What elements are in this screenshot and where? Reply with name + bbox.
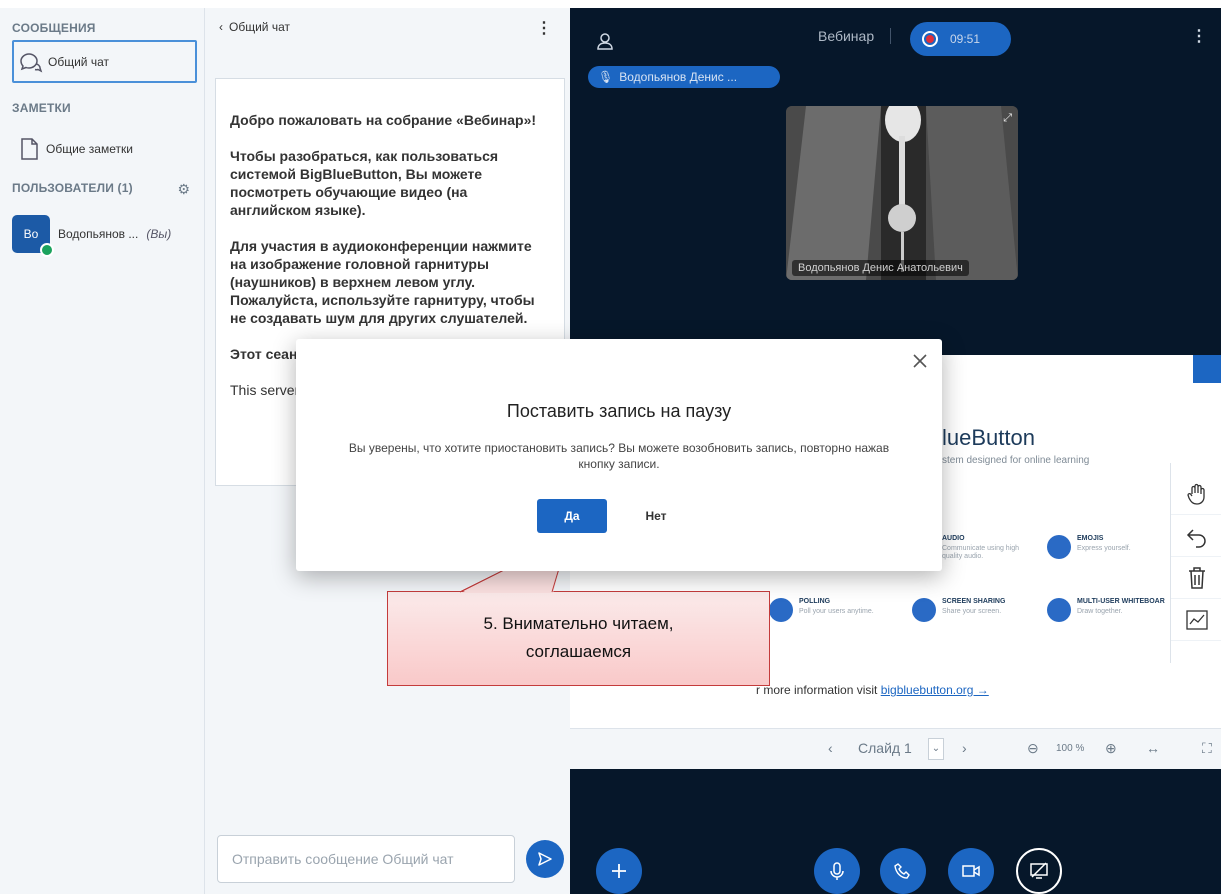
webcam-video[interactable]: ⤢ Водопьянов Денис Анатольевич <box>786 106 1018 280</box>
user-list-toggle-icon[interactable] <box>596 32 614 50</box>
chat-back-button[interactable]: ‹ Общий чат <box>219 20 290 34</box>
chevron-left-icon: ‹ <box>219 20 223 34</box>
phone-icon <box>894 863 910 879</box>
actions-plus-button[interactable] <box>596 848 642 894</box>
talking-indicator: 🎙 Водопьянов Денис ... <box>588 66 780 88</box>
feature-emojis: EMOJIS Express yourself. <box>1047 535 1131 559</box>
zoom-in-icon[interactable]: ⊕ <box>1105 740 1117 757</box>
trash-icon[interactable] <box>1171 557 1221 599</box>
leave-audio-button[interactable] <box>880 848 926 894</box>
welcome-p1: Добро пожаловать на собрание «Вебинар»! <box>230 112 537 128</box>
user-name: Водопьянов ... <box>58 227 139 241</box>
prev-slide-icon[interactable]: ‹ <box>828 740 833 756</box>
pause-recording-modal: Поставить запись на паузу Вы уверены, чт… <box>296 339 942 571</box>
send-message-button[interactable] <box>526 840 564 878</box>
whiteboard-icon <box>1047 598 1071 622</box>
sidebar-item-public-chat[interactable]: Общий чат <box>12 40 197 83</box>
chat-options-icon[interactable]: ⋮ <box>536 18 552 38</box>
instruction-callout: 5. Внимательно читаем, соглашаемся <box>387 591 770 686</box>
close-icon[interactable] <box>910 351 930 371</box>
sidebar-item-shared-notes[interactable]: Общие заметки <box>12 131 197 167</box>
slide-subtitle: stem designed for online learning <box>942 455 1090 466</box>
users-header: ПОЛЬЗОВАТЕЛИ (1) <box>12 181 133 195</box>
slide-label: Слайд 1 <box>858 740 912 756</box>
feature-audio: AUDIO Communicate using high quality aud… <box>942 535 1020 560</box>
modal-description: Вы уверены, что хотите приостановить зап… <box>348 441 890 471</box>
zoom-level: 100 % <box>1056 743 1085 754</box>
record-button[interactable]: 09:51 <box>910 22 1011 56</box>
options-icon[interactable]: ⋮ <box>1191 26 1207 46</box>
title-divider <box>890 28 891 44</box>
fullscreen-icon[interactable]: ⛶ <box>1202 740 1212 757</box>
share-webcam-button[interactable] <box>948 848 994 894</box>
minimize-presentation-button[interactable] <box>1193 355 1221 383</box>
messages-header: СООБЩЕНИЯ <box>12 21 96 35</box>
user-you-label: (Вы) <box>146 227 172 241</box>
document-icon <box>12 137 46 161</box>
send-icon <box>538 852 552 866</box>
callout-line-2: соглашаемся <box>525 642 632 661</box>
modal-title: Поставить запись на паузу <box>506 401 732 421</box>
record-icon <box>922 31 938 47</box>
record-time: 09:51 <box>950 32 981 46</box>
chat-title: Общий чат <box>229 20 290 34</box>
user-list-item[interactable]: Bo Водопьянов ... (Вы) <box>12 213 197 257</box>
gear-icon[interactable]: ⚙ <box>177 181 190 198</box>
feature-whiteboard: MULTI-USER WHITEBOAR Draw together. <box>1047 598 1165 622</box>
screen-share-off-icon <box>1030 862 1048 879</box>
webcam-image <box>786 106 1018 280</box>
meeting-title: Вебинар <box>818 28 875 44</box>
confirm-yes-button[interactable]: Да <box>537 499 607 533</box>
bbb-link[interactable]: bigbluebutton.org → <box>881 683 989 697</box>
mute-button[interactable] <box>814 848 860 894</box>
fit-width-icon[interactable]: ↔ <box>1146 740 1160 756</box>
microphone-icon <box>830 862 844 880</box>
more-info-text: r more information visit bigbluebutton.o… <box>756 683 989 697</box>
welcome-p2: Чтобы разобраться, как пользоваться сист… <box>230 148 499 218</box>
slide-title: lueButton <box>942 425 1035 450</box>
feature-polling: POLLING Poll your users anytime. <box>769 598 874 622</box>
speaker-name: Водопьянов Денис ... <box>619 70 738 84</box>
multi-user-icon[interactable] <box>1171 599 1221 641</box>
welcome-p3: Для участия в аудиоконференции нажмите н… <box>230 238 535 326</box>
slide-select-dropdown[interactable]: ⌄ <box>928 738 944 760</box>
avatar: Bo <box>12 215 54 257</box>
video-user-name: Водопьянов Денис Анатольевич <box>792 260 969 276</box>
whiteboard-toolbar <box>1170 463 1221 663</box>
sidebar-item-label: Общий чат <box>48 54 109 69</box>
zoom-out-icon[interactable]: ⊖ <box>1027 740 1039 757</box>
camera-icon <box>962 865 980 877</box>
mic-icon: 🎙 <box>598 70 614 84</box>
fullscreen-icon[interactable]: ⤢ <box>1003 112 1012 125</box>
plus-icon <box>612 864 626 878</box>
undo-icon[interactable] <box>1171 515 1221 557</box>
hand-tool-icon[interactable] <box>1171 473 1221 515</box>
feature-screen-sharing: SCREEN SHARING Share your screen. <box>912 598 1005 622</box>
callout-line-1: 5. Внимательно читаем, <box>483 614 674 633</box>
notes-header: ЗАМЕТКИ <box>12 101 71 115</box>
confirm-no-button[interactable]: Нет <box>626 499 686 533</box>
screen-share-icon <box>912 598 936 622</box>
chat-message-input[interactable]: Отправить сообщение Общий чат <box>217 835 515 883</box>
next-slide-icon[interactable]: › <box>962 740 967 756</box>
presentation-toolbar: ‹ Слайд 1 ⌄ › ⊖ 100 % ⊕ ↔ ⛶ <box>570 728 1221 769</box>
users-sidebar: СООБЩЕНИЯ Общий чат ЗАМЕТКИ Общие заметк… <box>0 8 205 894</box>
avatar-initials: Bo <box>23 227 39 241</box>
poll-icon <box>769 598 793 622</box>
sidebar-item-label: Общие заметки <box>46 142 133 156</box>
share-screen-button[interactable] <box>1016 848 1062 894</box>
chat-bubbles-icon <box>14 51 48 73</box>
emoji-icon <box>1047 535 1071 559</box>
mic-status-icon <box>40 243 54 257</box>
